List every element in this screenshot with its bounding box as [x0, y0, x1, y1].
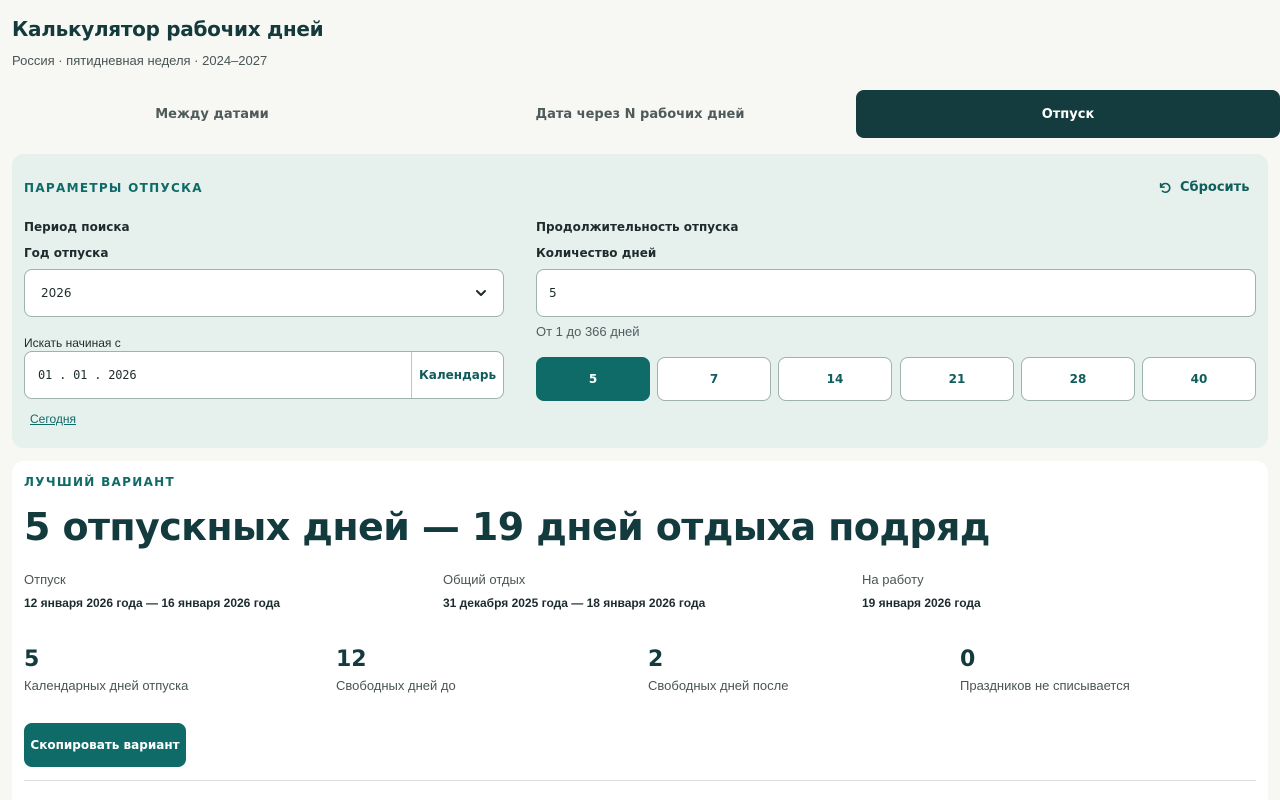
- divider: [24, 780, 1256, 781]
- stat-vacation-days-number: 5: [24, 647, 40, 672]
- total-rest-label: Общий отдых: [443, 572, 526, 587]
- year-label: Год отпуска: [24, 246, 109, 260]
- params-section-title: ПАРАМЕТРЫ ОТПУСКА: [24, 181, 203, 195]
- start-date-input[interactable]: 01 . 01 . 2026: [25, 368, 411, 382]
- reset-icon: [1159, 182, 1171, 193]
- start-date-label: Искать начиная с: [24, 336, 121, 350]
- calendar-button[interactable]: Календарь: [411, 352, 503, 398]
- app-title: Калькулятор рабочих дней: [12, 17, 324, 41]
- days-count-label: Количество дней: [536, 246, 657, 260]
- preset-chip-21[interactable]: 21: [900, 357, 1014, 401]
- stat-free-after-number: 2: [648, 647, 664, 672]
- stat-free-before-number: 12: [336, 647, 367, 672]
- preset-chip-7[interactable]: 7: [657, 357, 771, 401]
- today-link[interactable]: Сегодня: [30, 412, 76, 426]
- preset-chip-5[interactable]: 5: [536, 357, 650, 401]
- tab-vacation[interactable]: Отпуск: [856, 90, 1280, 138]
- stat-holidays-number: 0: [960, 647, 976, 672]
- app-subtitle: Россия · пятидневная неделя · 2024–2027: [12, 53, 268, 68]
- stat-vacation-days-label: Календарных дней отпуска: [24, 678, 189, 693]
- days-count-input[interactable]: 5: [536, 269, 1256, 317]
- chevron-down-icon: [476, 290, 486, 296]
- search-period-label: Период поиска: [24, 220, 130, 234]
- days-hint: От 1 до 366 дней: [536, 324, 640, 339]
- copy-option-button[interactable]: Скопировать вариант: [24, 723, 186, 767]
- start-date-field: 01 . 01 . 2026 Календарь: [24, 351, 504, 399]
- vacation-period-label: Отпуск: [24, 572, 66, 587]
- result-headline: 5 отпускных дней — 19 дней отдыха подряд: [24, 505, 991, 549]
- stat-holidays-label: Праздников не списывается: [960, 678, 1130, 693]
- year-select[interactable]: 2026: [24, 269, 504, 317]
- year-value: 2026: [41, 286, 72, 300]
- vacation-period-value: 12 января 2026 года — 16 января 2026 год…: [24, 596, 280, 610]
- preset-chip-14[interactable]: 14: [778, 357, 892, 401]
- reset-button[interactable]: Сбросить: [1158, 180, 1249, 195]
- mode-tabs: Между датами Дата через N рабочих дней О…: [0, 90, 1280, 138]
- best-option-title: ЛУЧШИЙ ВАРИАНТ: [24, 475, 175, 489]
- reset-label: Сбросить: [1180, 180, 1250, 195]
- total-rest-value: 31 декабря 2025 года — 18 января 2026 го…: [443, 596, 706, 610]
- stat-free-before-label: Свободных дней до: [336, 678, 456, 693]
- best-option-panel: ЛУЧШИЙ ВАРИАНТ 5 отпускных дней — 19 дне…: [12, 461, 1268, 800]
- preset-chip-28[interactable]: 28: [1021, 357, 1135, 401]
- tab-date-after-n-days[interactable]: Дата через N рабочих дней: [428, 90, 852, 138]
- duration-label: Продолжительность отпуска: [536, 220, 739, 234]
- vacation-params-panel: ПАРАМЕТРЫ ОТПУСКА Сбросить Период поиска…: [12, 154, 1268, 448]
- back-to-work-value: 19 января 2026 года: [862, 596, 981, 610]
- stat-free-after-label: Свободных дней после: [648, 678, 789, 693]
- tab-between-dates[interactable]: Между датами: [0, 90, 424, 138]
- back-to-work-label: На работу: [862, 572, 924, 587]
- preset-chip-40[interactable]: 40: [1142, 357, 1256, 401]
